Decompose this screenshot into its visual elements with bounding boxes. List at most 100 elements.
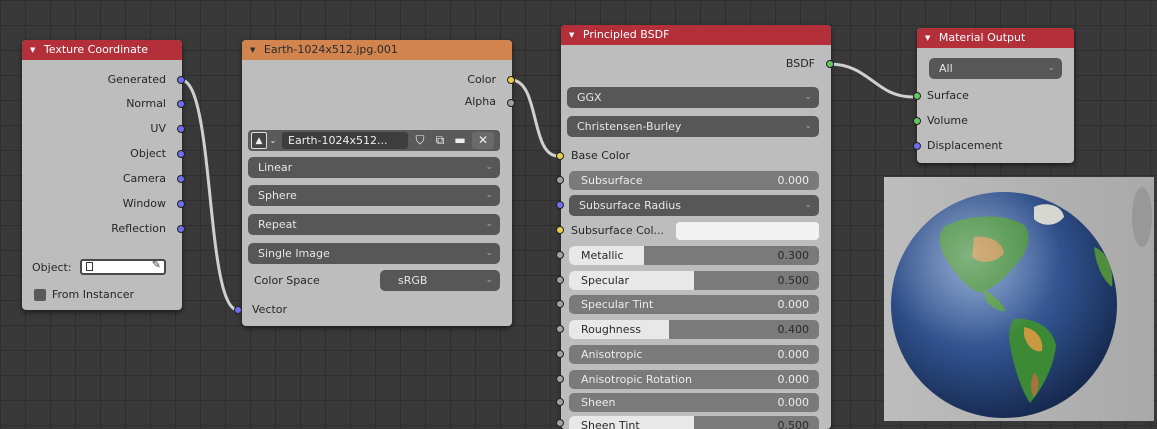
socket-uv[interactable] bbox=[177, 125, 185, 133]
color-space-dropdown[interactable]: sRGB ⌄ bbox=[380, 270, 500, 291]
socket-bsdf-output[interactable] bbox=[826, 60, 834, 68]
link-color-to-basecolor bbox=[510, 78, 559, 158]
slider-value: 0.000 bbox=[777, 396, 810, 409]
socket-specular-tint[interactable] bbox=[556, 300, 564, 308]
node-title: Material Output bbox=[938, 31, 1026, 44]
object-cube-icon bbox=[86, 262, 93, 271]
socket-sheen[interactable] bbox=[556, 398, 564, 406]
input-volume-label: Volume bbox=[927, 114, 968, 127]
image-browse-icon[interactable]: ▲ bbox=[251, 132, 267, 149]
socket-surface[interactable] bbox=[913, 92, 921, 100]
projection-dropdown[interactable]: Sphere ⌄ bbox=[248, 185, 500, 206]
chevron-down-icon: ⌄ bbox=[485, 248, 493, 258]
socket-reflection[interactable] bbox=[177, 225, 185, 233]
chevron-down-icon: ⌄ bbox=[804, 200, 812, 210]
socket-anisotropic[interactable] bbox=[556, 350, 564, 358]
socket-metallic[interactable] bbox=[556, 251, 564, 259]
unlink-close-icon[interactable]: ✕ bbox=[472, 132, 494, 149]
target-value: All bbox=[939, 62, 953, 75]
anisotropic-slider[interactable]: Anisotropic 0.000 bbox=[569, 345, 819, 364]
texture-coordinate-node[interactable]: ▼ Texture Coordinate Generated Normal UV… bbox=[22, 40, 182, 310]
sheen-slider[interactable]: Sheen 0.000 bbox=[569, 393, 819, 412]
subsurface-radius-label: Subsurface Radius bbox=[579, 199, 681, 212]
chevron-down-icon[interactable]: ⌄ bbox=[268, 132, 278, 149]
material-output-node[interactable]: ▼ Material Output All ⌄ Surface Volume D… bbox=[917, 28, 1074, 163]
slider-value: 0.500 bbox=[777, 419, 810, 429]
principled-bsdf-node[interactable]: ▼ Principled BSDF BSDF GGX ⌄ Christensen… bbox=[561, 25, 831, 429]
socket-generated[interactable] bbox=[177, 76, 185, 84]
input-surface-label: Surface bbox=[927, 89, 969, 102]
socket-alpha-output[interactable] bbox=[507, 99, 515, 107]
interpolation-dropdown[interactable]: Linear ⌄ bbox=[248, 157, 500, 178]
socket-window[interactable] bbox=[177, 200, 185, 208]
collapse-triangle-icon[interactable]: ▼ bbox=[30, 40, 35, 60]
subsurface-slider[interactable]: Subsurface 0.000 bbox=[569, 171, 819, 190]
output-object: Object bbox=[130, 147, 166, 160]
socket-anisotropic-rotation[interactable] bbox=[556, 375, 564, 383]
node-header[interactable]: ▼ Material Output bbox=[917, 28, 1074, 48]
socket-volume[interactable] bbox=[913, 117, 921, 125]
socket-normal[interactable] bbox=[177, 100, 185, 108]
collapse-triangle-icon[interactable]: ▼ bbox=[250, 40, 255, 60]
image-texture-node[interactable]: ▼ Earth-1024x512.jpg.001 Color Alpha ▲ ⌄… bbox=[242, 40, 512, 326]
specular-tint-slider[interactable]: Specular Tint 0.000 bbox=[569, 295, 819, 314]
object-field[interactable]: ✎ bbox=[80, 258, 166, 275]
node-header[interactable]: ▼ Earth-1024x512.jpg.001 bbox=[242, 40, 512, 60]
socket-vector-input[interactable] bbox=[234, 306, 242, 314]
socket-color-output[interactable] bbox=[507, 76, 515, 84]
socket-roughness[interactable] bbox=[556, 325, 564, 333]
node-header[interactable]: ▼ Principled BSDF bbox=[561, 25, 831, 45]
socket-subsurface-radius[interactable] bbox=[556, 201, 564, 209]
extension-dropdown[interactable]: Repeat ⌄ bbox=[248, 214, 500, 235]
node-header[interactable]: ▼ Texture Coordinate bbox=[22, 40, 182, 60]
specular-slider[interactable]: Specular 0.500 bbox=[569, 271, 819, 290]
socket-displacement[interactable] bbox=[913, 142, 921, 150]
fake-user-shield-icon[interactable]: ⛉ bbox=[411, 132, 429, 149]
duplicate-image-icon[interactable]: ⧉ bbox=[431, 132, 449, 149]
distribution-dropdown[interactable]: GGX ⌄ bbox=[567, 87, 819, 108]
sheen-tint-slider[interactable]: Sheen Tint 0.500 bbox=[569, 416, 819, 429]
slider-value: 0.000 bbox=[777, 298, 810, 311]
socket-base-color[interactable] bbox=[556, 152, 564, 160]
socket-subsurface[interactable] bbox=[556, 176, 564, 184]
roughness-slider[interactable]: Roughness 0.400 bbox=[569, 320, 819, 339]
collapse-triangle-icon[interactable]: ▼ bbox=[925, 28, 930, 48]
output-reflection: Reflection bbox=[111, 222, 166, 235]
socket-specular[interactable] bbox=[556, 276, 564, 284]
socket-subsurface-color[interactable] bbox=[556, 226, 564, 234]
subsurface-radius-dropdown[interactable]: Subsurface Radius ⌄ bbox=[569, 195, 819, 216]
input-displacement-label: Displacement bbox=[927, 139, 1003, 152]
slider-value: 0.500 bbox=[777, 274, 810, 287]
distribution-value: GGX bbox=[577, 91, 602, 104]
slider-value: 0.000 bbox=[777, 373, 810, 386]
socket-sheen-tint[interactable] bbox=[556, 419, 564, 427]
slider-label: Anisotropic bbox=[581, 348, 643, 361]
source-value: Single Image bbox=[258, 247, 330, 260]
target-dropdown[interactable]: All ⌄ bbox=[929, 58, 1062, 79]
chevron-down-icon: ⌄ bbox=[804, 92, 812, 102]
slider-label: Anisotropic Rotation bbox=[581, 373, 692, 386]
eyedropper-icon[interactable]: ✎ bbox=[152, 258, 161, 271]
subsurface-color-label: Subsurface Col... bbox=[571, 224, 665, 237]
slider-label: Sheen bbox=[581, 396, 616, 409]
from-instancer-checkbox[interactable] bbox=[34, 289, 46, 301]
image-selector[interactable]: ▲ ⌄ Earth-1024x512... ⛉ ⧉ ▬ ✕ bbox=[248, 130, 500, 151]
source-dropdown[interactable]: Single Image ⌄ bbox=[248, 243, 500, 264]
output-window: Window bbox=[122, 197, 166, 210]
open-folder-icon[interactable]: ▬ bbox=[451, 132, 469, 149]
anisotropic-rotation-slider[interactable]: Anisotropic Rotation 0.000 bbox=[569, 370, 819, 389]
metallic-slider[interactable]: Metallic 0.300 bbox=[569, 246, 819, 265]
output-normal: Normal bbox=[126, 97, 166, 110]
output-uv: UV bbox=[150, 122, 166, 135]
output-color-label: Color bbox=[467, 73, 496, 86]
socket-camera[interactable] bbox=[177, 175, 185, 183]
output-bsdf-label: BSDF bbox=[785, 57, 815, 70]
image-name-field[interactable]: Earth-1024x512... bbox=[282, 132, 408, 149]
subsurface-method-dropdown[interactable]: Christensen-Burley ⌄ bbox=[567, 116, 819, 137]
collapse-triangle-icon[interactable]: ▼ bbox=[569, 25, 574, 45]
slider-label: Sheen Tint bbox=[581, 419, 640, 429]
subsurface-color-swatch[interactable] bbox=[676, 222, 819, 240]
object-label: Object: bbox=[32, 261, 72, 274]
socket-object[interactable] bbox=[177, 150, 185, 158]
earth-globe-render-icon bbox=[884, 177, 1154, 421]
